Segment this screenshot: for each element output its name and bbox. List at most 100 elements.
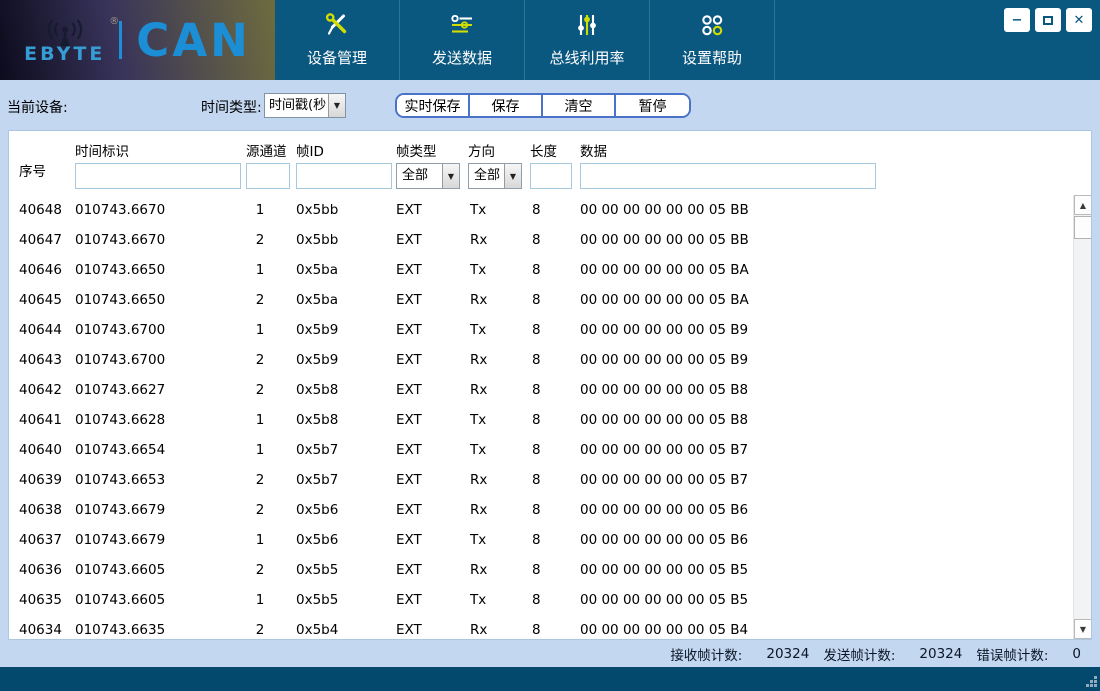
current-device-label: 当前设备: bbox=[7, 100, 68, 116]
filter-frame-type-dropdown[interactable]: 全部 ▼ bbox=[396, 163, 460, 189]
cell-channel: 1 bbox=[255, 592, 265, 608]
table-row[interactable]: 40645 010743.6650 2 0x5ba EXT Rx 8 00 00… bbox=[9, 285, 1073, 315]
cell-direction: Tx bbox=[470, 322, 487, 338]
cell-direction: Rx bbox=[470, 352, 488, 368]
cell-data: 00 00 00 00 00 00 05 B9 bbox=[580, 352, 749, 368]
save-button[interactable]: 保存 bbox=[470, 95, 543, 116]
cell-direction: Rx bbox=[470, 232, 488, 248]
cell-time: 010743.6650 bbox=[75, 262, 166, 278]
realtime-save-button[interactable]: 实时保存 bbox=[397, 95, 470, 116]
table-row[interactable]: 40635 010743.6605 1 0x5b5 EXT Tx 8 00 00… bbox=[9, 585, 1073, 615]
triangle-up-icon: ▲ bbox=[1079, 200, 1087, 210]
cell-channel: 2 bbox=[255, 622, 265, 638]
table-row[interactable]: 40647 010743.6670 2 0x5bb EXT Rx 8 00 00… bbox=[9, 225, 1073, 255]
cell-channel: 2 bbox=[255, 292, 265, 308]
close-button[interactable]: ✕ bbox=[1066, 8, 1092, 32]
cell-frame-type: EXT bbox=[396, 592, 422, 608]
cell-seq: 40645 bbox=[19, 292, 62, 308]
nav-tab-settings-help[interactable]: 设置帮助 bbox=[650, 0, 775, 80]
cell-data: 00 00 00 00 00 00 05 B7 bbox=[580, 472, 749, 488]
cell-length: 8 bbox=[532, 382, 541, 398]
error-frame-label: 错误帧计数: bbox=[976, 647, 1049, 664]
cell-frame-type: EXT bbox=[396, 382, 422, 398]
cell-channel: 2 bbox=[255, 352, 265, 368]
table-row[interactable]: 40641 010743.6628 1 0x5b8 EXT Tx 8 00 00… bbox=[9, 405, 1073, 435]
cell-time: 010743.6605 bbox=[75, 592, 166, 608]
error-frame-counter: 错误帧计数: 0 bbox=[976, 644, 1081, 664]
filter-direction-dropdown[interactable]: 全部 ▼ bbox=[468, 163, 522, 189]
cell-seq: 40641 bbox=[19, 412, 62, 428]
table-row[interactable]: 40634 010743.6635 2 0x5b4 EXT Rx 8 00 00… bbox=[9, 615, 1073, 639]
window-controls: − ✕ bbox=[1004, 8, 1092, 32]
cell-frame-id: 0x5b9 bbox=[296, 352, 339, 368]
filter-data-input[interactable] bbox=[580, 163, 876, 189]
filter-direction-value: 全部 bbox=[474, 168, 501, 183]
cell-channel: 1 bbox=[255, 322, 265, 338]
table-row[interactable]: 40639 010743.6653 2 0x5b7 EXT Rx 8 00 00… bbox=[9, 465, 1073, 495]
table-row[interactable]: 40640 010743.6654 1 0x5b7 EXT Tx 8 00 00… bbox=[9, 435, 1073, 465]
pause-button[interactable]: 暂停 bbox=[616, 95, 689, 116]
cell-seq: 40640 bbox=[19, 442, 62, 458]
cell-frame-id: 0x5ba bbox=[296, 262, 339, 278]
table-row[interactable]: 40644 010743.6700 1 0x5b9 EXT Tx 8 00 00… bbox=[9, 315, 1073, 345]
column-header-time: 时间标识 bbox=[75, 144, 129, 160]
cell-time: 010743.6700 bbox=[75, 352, 166, 368]
table-row[interactable]: 40638 010743.6679 2 0x5b6 EXT Rx 8 00 00… bbox=[9, 495, 1073, 525]
nav-tab-bus-utilization[interactable]: 总线利用率 bbox=[525, 0, 650, 80]
filter-time-input[interactable] bbox=[75, 163, 241, 189]
cell-direction: Rx bbox=[470, 502, 488, 518]
brand-name: EBYTE bbox=[24, 42, 106, 65]
time-type-dropdown[interactable]: 时间戳(秒 ▼ bbox=[264, 93, 346, 118]
nav-tab-send-data[interactable]: 发送数据 bbox=[400, 0, 525, 80]
nav-tab-device-management[interactable]: 设备管理 bbox=[275, 0, 400, 80]
cell-frame-type: EXT bbox=[396, 202, 422, 218]
cell-direction: Rx bbox=[470, 472, 488, 488]
minimize-button[interactable]: − bbox=[1004, 8, 1030, 32]
maximize-button[interactable] bbox=[1035, 8, 1061, 32]
table-row[interactable]: 40642 010743.6627 2 0x5b8 EXT Rx 8 00 00… bbox=[9, 375, 1073, 405]
cell-frame-type: EXT bbox=[396, 442, 422, 458]
scrollbar-thumb[interactable] bbox=[1074, 216, 1091, 239]
cell-time: 010743.6670 bbox=[75, 202, 166, 218]
cell-length: 8 bbox=[532, 322, 541, 338]
scroll-up-button[interactable]: ▲ bbox=[1074, 195, 1091, 215]
filter-length-input[interactable] bbox=[530, 163, 572, 189]
cell-direction: Tx bbox=[470, 532, 487, 548]
received-frame-value: 20324 bbox=[766, 645, 810, 662]
table-row[interactable]: 40643 010743.6700 2 0x5b9 EXT Rx 8 00 00… bbox=[9, 345, 1073, 375]
clear-button[interactable]: 清空 bbox=[543, 95, 616, 116]
cell-frame-type: EXT bbox=[396, 232, 422, 248]
cell-seq: 40636 bbox=[19, 562, 62, 578]
table-row[interactable]: 40637 010743.6679 1 0x5b6 EXT Tx 8 00 00… bbox=[9, 525, 1073, 555]
filter-frame-type-value: 全部 bbox=[402, 168, 429, 183]
table-row[interactable]: 40648 010743.6670 1 0x5bb EXT Tx 8 00 00… bbox=[9, 195, 1073, 225]
received-frame-counter: 接收帧计数: 20324 bbox=[670, 644, 809, 664]
cell-time: 010743.6650 bbox=[75, 292, 166, 308]
cell-frame-id: 0x5b4 bbox=[296, 622, 339, 638]
filter-channel-input[interactable] bbox=[246, 163, 290, 189]
sliders-vertical-icon bbox=[574, 12, 600, 38]
table-row[interactable]: 40636 010743.6605 2 0x5b5 EXT Rx 8 00 00… bbox=[9, 555, 1073, 585]
cell-data: 00 00 00 00 00 00 05 B8 bbox=[580, 412, 749, 428]
cell-frame-id: 0x5b8 bbox=[296, 412, 339, 428]
scroll-down-button[interactable]: ▼ bbox=[1074, 619, 1091, 639]
column-header-direction: 方向 bbox=[468, 144, 495, 160]
cell-channel: 2 bbox=[255, 232, 265, 248]
cell-data: 00 00 00 00 00 00 05 BB bbox=[580, 232, 749, 248]
cell-seq: 40647 bbox=[19, 232, 62, 248]
cell-data: 00 00 00 00 00 00 05 B5 bbox=[580, 562, 749, 578]
cell-direction: Rx bbox=[470, 292, 488, 308]
cell-frame-type: EXT bbox=[396, 502, 422, 518]
cell-length: 8 bbox=[532, 262, 541, 278]
cell-time: 010743.6605 bbox=[75, 562, 166, 578]
tools-icon bbox=[324, 12, 350, 38]
cell-frame-type: EXT bbox=[396, 532, 422, 548]
cell-seq: 40638 bbox=[19, 502, 62, 518]
nav-tab-label: 设备管理 bbox=[306, 49, 367, 67]
cell-direction: Tx bbox=[470, 202, 487, 218]
table-row[interactable]: 40646 010743.6650 1 0x5ba EXT Tx 8 00 00… bbox=[9, 255, 1073, 285]
resize-grip[interactable] bbox=[1085, 676, 1097, 688]
vertical-scrollbar[interactable]: ▲ ▼ bbox=[1073, 195, 1091, 639]
cell-seq: 40639 bbox=[19, 472, 62, 488]
filter-frame-id-input[interactable] bbox=[296, 163, 392, 189]
